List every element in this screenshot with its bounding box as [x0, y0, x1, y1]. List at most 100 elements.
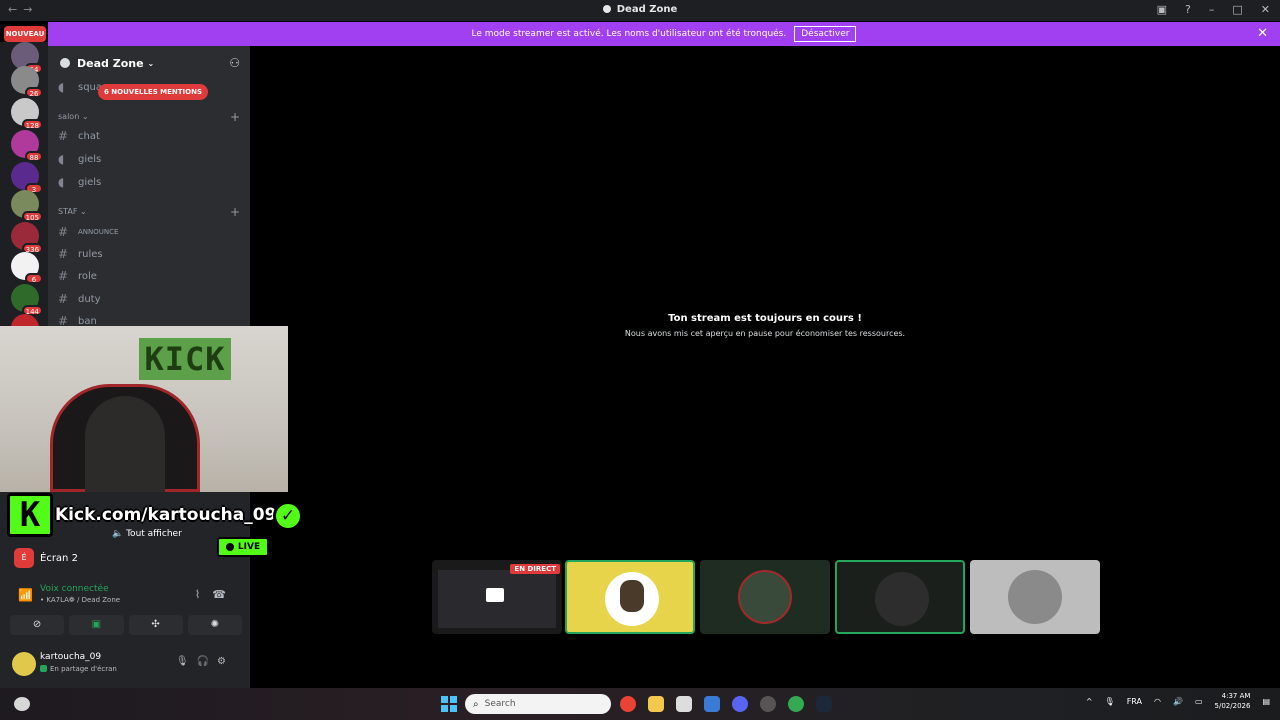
verified-check-icon: ✓ — [273, 501, 303, 531]
volume-icon[interactable]: 🔊 — [1173, 697, 1183, 706]
channel-label: chat — [78, 130, 100, 142]
chrome-icon[interactable] — [788, 696, 804, 712]
kick-url: Kick.com/kartoucha_09 — [55, 505, 277, 525]
category-salon[interactable]: salon ⌄ + — [58, 110, 240, 124]
share-screen-button[interactable]: ▣ — [69, 615, 124, 635]
speaker-icon: 🔈 — [112, 529, 124, 539]
maximize-icon[interactable]: □ — [1232, 3, 1242, 16]
gear-icon[interactable]: ⚙ — [217, 656, 234, 667]
server-icon[interactable]: 128 — [11, 98, 43, 130]
category-staf[interactable]: STAF ⌄ + — [58, 205, 240, 219]
channel-label: role — [78, 270, 97, 282]
settings-app-icon[interactable] — [760, 696, 776, 712]
channel-label: rules — [78, 248, 103, 260]
mail-icon[interactable] — [704, 696, 720, 712]
headphones-icon[interactable]: 🎧 — [197, 656, 217, 667]
hash-icon: # — [58, 225, 69, 239]
stream-paused-subtitle: Nous avons mis cet aperçu en pause pour … — [624, 329, 906, 338]
add-channel-icon[interactable]: + — [230, 205, 240, 219]
server-icon[interactable]: 26 — [11, 66, 43, 98]
noise-suppression-icon[interactable]: ⌇ — [195, 588, 212, 601]
windows-start-icon[interactable] — [441, 696, 457, 712]
language-indicator[interactable]: FRA — [1127, 697, 1142, 706]
add-channel-icon[interactable]: + — [230, 110, 240, 124]
category-label: salon — [58, 112, 80, 121]
channel-item[interactable]: ◖ giels — [58, 172, 101, 192]
taskbar-apps — [620, 696, 832, 712]
taskbar-search[interactable]: ⌕ Search — [465, 694, 611, 714]
channel-label: ANNOUNCE — [78, 228, 119, 236]
category-label: STAF — [58, 207, 78, 216]
banner-text: Le mode streamer est activé. Les noms d'… — [471, 29, 787, 39]
channel-item[interactable]: # ANNOUNCE — [58, 222, 118, 242]
chrome-icon[interactable] — [620, 696, 636, 712]
soundboard-button[interactable]: ✺ — [187, 615, 242, 635]
new-mentions-pill[interactable]: 6 NOUVELLES MENTIONS — [98, 84, 209, 100]
chevron-up-icon[interactable]: ^ — [1086, 697, 1093, 706]
channel-item[interactable]: # duty — [58, 289, 101, 309]
weather-widget-icon[interactable] — [14, 697, 30, 711]
kick-logo-icon: K — [7, 493, 53, 537]
window-titlebar: ←→ Dead Zone ▣ ? – □ ✕ — [0, 0, 1280, 21]
server-icon[interactable]: 88 — [11, 130, 43, 162]
server-icon[interactable]: 336 — [11, 222, 43, 254]
channel-item[interactable]: # role — [58, 266, 97, 286]
inbox-icon[interactable]: ▣ — [1157, 3, 1167, 16]
server-icon[interactable]: 3 — [11, 162, 43, 194]
steam-icon[interactable] — [816, 696, 832, 712]
channel-label: giels — [78, 176, 102, 188]
wifi-icon[interactable]: ◠ — [1154, 697, 1161, 706]
channel-item[interactable]: # rules — [58, 244, 103, 264]
screen-share-source[interactable]: É Écran 2 — [14, 548, 78, 568]
show-all-label: Tout afficher — [126, 529, 182, 539]
window-title: Dead Zone — [0, 4, 1280, 15]
participant-tile-stream[interactable]: EN DIRECT — [432, 560, 562, 634]
participant-tile[interactable] — [835, 560, 965, 634]
server-icon[interactable]: 144 — [11, 284, 43, 316]
close-banner-icon[interactable]: ✕ — [1257, 26, 1268, 41]
show-all-button[interactable]: 🔈 Tout afficher — [112, 529, 182, 539]
unread-badge: 6 — [25, 273, 43, 284]
hash-icon: # — [58, 129, 69, 143]
minimize-icon[interactable]: – — [1209, 3, 1215, 16]
server-icon[interactable]: 105 — [11, 190, 43, 222]
search-placeholder: Search — [484, 699, 516, 709]
close-window-icon[interactable]: ✕ — [1261, 3, 1270, 16]
streamer — [85, 396, 165, 492]
participant-tile[interactable] — [970, 560, 1100, 634]
microphone-icon[interactable]: 🎙 — [1105, 697, 1115, 706]
participant-tile[interactable] — [700, 560, 830, 634]
notification-icon[interactable]: ▤ — [1262, 697, 1270, 706]
hash-icon: # — [58, 292, 69, 306]
guild-header[interactable]: Dead Zone ⌄ ⚇ — [48, 46, 250, 80]
signal-icon[interactable]: 📶 — [18, 588, 33, 602]
avatar[interactable] — [12, 652, 36, 676]
activities-button[interactable]: ✣ — [128, 615, 183, 635]
disable-streamer-button[interactable]: Désactiver — [794, 26, 857, 42]
live-badge: EN DIRECT — [510, 564, 560, 574]
disconnect-icon[interactable]: ☎ — [212, 588, 238, 601]
microphone-icon[interactable]: 🎙 — [176, 656, 197, 667]
avatar — [1008, 570, 1062, 624]
avatar — [738, 570, 792, 624]
help-icon[interactable]: ? — [1185, 3, 1191, 16]
file-explorer-icon[interactable] — [648, 696, 664, 712]
server-icon[interactable]: 6 — [11, 252, 43, 284]
participant-tile[interactable] — [565, 560, 695, 634]
store-icon[interactable] — [676, 696, 692, 712]
nouveau-badge: NOUVEAU — [4, 26, 46, 42]
discord-icon — [602, 5, 611, 13]
avatar — [875, 572, 929, 626]
battery-icon[interactable]: ▭ — [1195, 697, 1203, 706]
user-status: En partage d'écran — [40, 665, 117, 673]
add-member-icon[interactable]: ⚇ — [229, 56, 240, 70]
window-controls: ▣ ? – □ ✕ — [1157, 3, 1270, 16]
channel-item[interactable]: ◖ giels — [58, 149, 101, 169]
channel-label: duty — [78, 293, 101, 305]
live-indicator: LIVE — [217, 537, 269, 557]
discord-icon[interactable] — [732, 696, 748, 712]
voice-channel-icon: ◖ — [58, 80, 65, 94]
clock[interactable]: 4:37 AM 5/02/2026 — [1215, 691, 1251, 711]
camera-off-button[interactable]: ⊘ — [10, 615, 65, 635]
channel-item[interactable]: # chat — [58, 126, 100, 146]
